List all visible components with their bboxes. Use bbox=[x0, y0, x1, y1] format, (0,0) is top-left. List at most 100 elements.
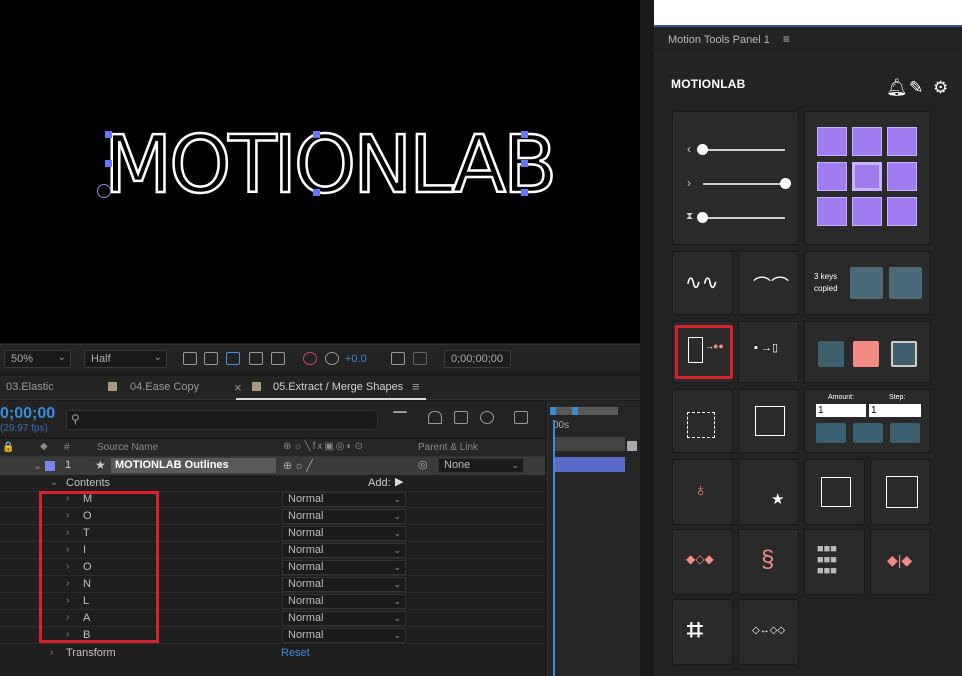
bell-icon[interactable]: 🔔︎ bbox=[886, 78, 908, 98]
expand-chevron-icon[interactable]: ⌄ bbox=[50, 477, 58, 488]
grid-layout-tool[interactable] bbox=[870, 459, 931, 525]
link-tool[interactable]: § bbox=[738, 529, 799, 595]
hourglass-icon[interactable]: ⧗ bbox=[686, 211, 693, 222]
anchor-cell[interactable] bbox=[817, 127, 847, 156]
selection-handle[interactable] bbox=[105, 131, 112, 138]
wiggle-tool[interactable]: ∿∿ bbox=[672, 251, 733, 315]
composition-viewer[interactable]: MOTIONLAB bbox=[0, 0, 640, 343]
selection-handle[interactable] bbox=[313, 189, 320, 196]
work-area-end[interactable] bbox=[572, 407, 578, 415]
label-tag-icon[interactable]: ◆ bbox=[40, 441, 48, 452]
selection-handle[interactable] bbox=[313, 131, 320, 138]
graph-editor-icon[interactable] bbox=[514, 411, 528, 424]
layer-switches[interactable]: ⊕☼╱ bbox=[283, 459, 315, 472]
copy-keys-card[interactable]: 3 keys copied bbox=[804, 251, 931, 315]
chevron-left-icon[interactable]: ‹ bbox=[687, 142, 691, 156]
blend-mode-dropdown[interactable]: Normal ⌄ bbox=[282, 509, 406, 524]
show-snapshot-icon[interactable] bbox=[413, 352, 427, 365]
motion-blur-icon[interactable] bbox=[480, 411, 494, 424]
parent-dropdown[interactable]: None ⌄ bbox=[438, 458, 524, 473]
slider-track[interactable] bbox=[703, 149, 785, 151]
path-tool-button[interactable] bbox=[818, 341, 844, 367]
slider-knob[interactable] bbox=[697, 212, 708, 223]
slider-track[interactable] bbox=[703, 217, 785, 219]
anchor-cell[interactable] bbox=[817, 162, 847, 191]
amount-input[interactable]: 1 bbox=[816, 404, 866, 417]
mask-visibility-icon[interactable] bbox=[226, 352, 240, 365]
right-marker-icon[interactable] bbox=[627, 441, 637, 451]
selection-handle[interactable] bbox=[521, 131, 528, 138]
null-tool[interactable]: ♁ bbox=[672, 459, 733, 525]
parent-pickwhip-icon[interactable]: ◎ bbox=[418, 458, 428, 471]
transform-reset-link[interactable]: Reset bbox=[281, 647, 310, 659]
add-label[interactable]: Add: bbox=[368, 477, 391, 489]
playhead[interactable] bbox=[553, 420, 555, 676]
paste-keys-button[interactable] bbox=[850, 267, 883, 299]
blend-mode-dropdown[interactable]: Normal ⌄ bbox=[282, 611, 406, 626]
blend-mode-dropdown[interactable]: Normal ⌄ bbox=[282, 492, 406, 507]
camera-snapshot-icon[interactable] bbox=[391, 352, 405, 365]
solid-fill-button[interactable] bbox=[853, 341, 879, 367]
anchor-cell[interactable] bbox=[887, 127, 917, 156]
anchor-cell[interactable] bbox=[852, 127, 882, 156]
anchor-grid-card[interactable] bbox=[804, 111, 931, 245]
draft-3d-icon[interactable] bbox=[428, 411, 442, 424]
work-area-bar[interactable] bbox=[552, 407, 618, 415]
blend-mode-dropdown[interactable]: Normal ⌄ bbox=[282, 526, 406, 541]
blend-mode-dropdown[interactable]: Normal ⌄ bbox=[282, 543, 406, 558]
add-play-icon[interactable]: ▶ bbox=[395, 475, 403, 488]
selection-handle[interactable] bbox=[521, 160, 528, 167]
panel-divider[interactable] bbox=[640, 0, 654, 676]
slider-knob[interactable] bbox=[697, 144, 708, 155]
bounding-box-tool[interactable] bbox=[804, 459, 865, 525]
shape-delete-tool[interactable] bbox=[672, 389, 733, 453]
mirror-tool[interactable]: ◆|◆ bbox=[870, 529, 931, 595]
exposure-value[interactable]: +0.0 bbox=[345, 353, 367, 365]
scatter-tool[interactable]: ◆◇◆ bbox=[672, 529, 733, 595]
transparency-grid-icon[interactable] bbox=[204, 352, 218, 365]
anchor-cell[interactable] bbox=[887, 197, 917, 226]
selection-handle[interactable] bbox=[521, 189, 528, 196]
tab-extract-merge-shapes[interactable]: 05.Extract / Merge Shapes bbox=[273, 381, 403, 393]
timeline-track-area[interactable]: 00s bbox=[547, 401, 640, 676]
slider-knob[interactable] bbox=[780, 178, 791, 189]
precompose-tool[interactable] bbox=[738, 389, 799, 453]
layer-label-color[interactable] bbox=[45, 461, 55, 471]
blend-mode-dropdown[interactable]: Normal ⌄ bbox=[282, 594, 406, 609]
tab-elastic[interactable]: 03.Elastic bbox=[6, 381, 54, 393]
stagger-right-button[interactable] bbox=[890, 423, 920, 443]
layer-name[interactable]: MOTIONLAB Outlines bbox=[111, 458, 276, 473]
anchor-cell[interactable] bbox=[887, 162, 917, 191]
paste-keys-reverse-button[interactable] bbox=[889, 267, 922, 299]
gear-icon[interactable]: ⚙ bbox=[933, 78, 948, 98]
exposure-reset-icon[interactable] bbox=[325, 352, 339, 365]
viewer-text-layer[interactable]: MOTIONLAB bbox=[103, 119, 559, 212]
layer-row[interactable]: ⌄ 1 ★ MOTIONLAB Outlines ⊕☼╱ ◎ None ⌄ bbox=[0, 457, 545, 475]
step-input[interactable]: 1 bbox=[869, 404, 921, 417]
layer-search-input[interactable]: ⚲ bbox=[66, 410, 378, 430]
work-area-start[interactable] bbox=[550, 407, 556, 415]
current-time-field[interactable]: 0;00;00;00 bbox=[444, 350, 511, 368]
comp-flowchart-icon[interactable] bbox=[393, 411, 407, 424]
contents-row[interactable]: ⌄ Contents Add: ▶ bbox=[0, 475, 545, 492]
column-source-name[interactable]: Source Name bbox=[97, 442, 158, 453]
stagger-card[interactable]: Amount: Step: 1 1 bbox=[804, 389, 931, 453]
lock-icon[interactable]: 🔒 bbox=[2, 442, 14, 453]
color-channels-icon[interactable] bbox=[303, 352, 317, 365]
tab-close-icon[interactable]: × bbox=[234, 380, 242, 395]
panel-menu-icon[interactable]: ≡ bbox=[783, 32, 790, 46]
shape-tools-card[interactable] bbox=[804, 321, 931, 383]
column-parent-link[interactable]: Parent & Link bbox=[418, 442, 478, 453]
pencil-icon[interactable]: ✎ bbox=[909, 78, 923, 98]
distribute-tool[interactable]: ◇↔◇◇ bbox=[738, 599, 799, 665]
merge-shapes-tool[interactable]: ▪ →▯ bbox=[738, 321, 799, 383]
tab-ease-copy[interactable]: 04.Ease Copy bbox=[130, 381, 199, 393]
anchor-cell[interactable] bbox=[817, 197, 847, 226]
region-of-interest-icon[interactable] bbox=[249, 352, 263, 365]
timeline-timecode[interactable]: 0;00;00 bbox=[0, 405, 55, 423]
bounce-tool[interactable]: ⌒⌒ bbox=[738, 251, 799, 315]
anchor-point-icon[interactable] bbox=[97, 184, 111, 198]
resolution-dropdown[interactable]: Half ⌄ bbox=[84, 350, 167, 368]
blend-mode-dropdown[interactable]: Normal ⌄ bbox=[282, 560, 406, 575]
slider-track[interactable] bbox=[703, 183, 785, 185]
